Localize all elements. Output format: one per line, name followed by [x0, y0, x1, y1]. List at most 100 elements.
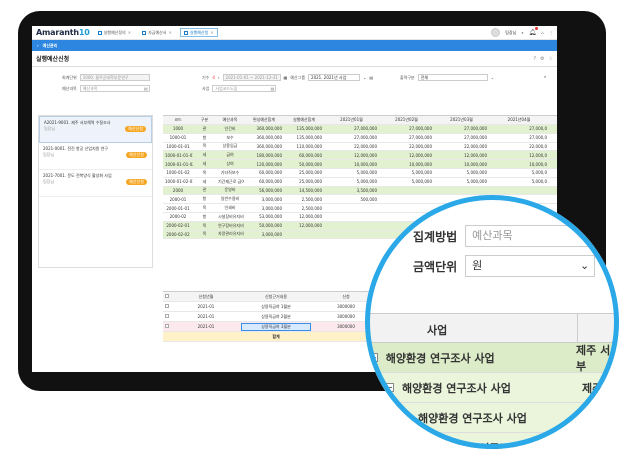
collapse-icon[interactable]: − — [385, 383, 394, 392]
table-row[interactable]: − 해양환경 연구조사 사업 제주 — [365, 373, 619, 403]
table-cell: 56,000,000 — [259, 187, 282, 193]
project-input[interactable]: 사업코드도움 ▤ — [212, 85, 277, 92]
column-header[interactable]: 예산과목 — [216, 117, 244, 123]
close-icon[interactable]: ✕ — [168, 30, 171, 35]
column-header[interactable]: 2021년04월 — [489, 117, 549, 123]
table-cell: 10,000,000 — [409, 161, 432, 167]
avatar[interactable] — [491, 28, 501, 37]
lookup-icon[interactable]: ▤ — [369, 75, 373, 80]
table-row[interactable]: 해양환경 연구조사 — [365, 433, 619, 449]
amount-unit-select[interactable]: 원 ⌄ — [465, 255, 596, 277]
table-cell: 세 — [202, 152, 207, 158]
table-row[interactable]: − 해양환경 연구조사 사업 — [365, 403, 619, 433]
agg-method-label: 집계방법 — [413, 229, 458, 244]
column-header[interactable]: 실행예산합계 — [284, 117, 324, 123]
checkbox[interactable] — [165, 304, 169, 308]
list-item[interactable]: A2021-9001. 제주 서부해역 수질조사 팀장님 예산신청 — [39, 116, 152, 143]
search-icon[interactable]: ⌕ — [544, 74, 546, 79]
table-cell: 12,000,000 — [299, 214, 322, 220]
table-cell: 시설장비유지비 — [218, 213, 244, 219]
table-cell: 60,000,000 — [299, 152, 322, 158]
collapse-icon[interactable]: − — [369, 353, 378, 362]
table-row[interactable]: 1000-01-02-01 세 기간제근로 급여 60,000,000 25,000,0… — [163, 178, 557, 187]
table-cell[interactable]: 상용직급여 1월분 — [241, 304, 311, 310]
more-icon[interactable]: ⋮ — [549, 30, 553, 35]
list-item[interactable]: 2021-7001. 문도 전복양식 활성화 사업 팀장님 예산신청 — [39, 170, 152, 197]
org-chart-icon[interactable]: ⛬ — [541, 30, 544, 35]
chevron-down-icon[interactable]: ⌄ — [580, 256, 589, 276]
module-title: 예산관리 — [42, 42, 58, 48]
table-cell: 2000-02-01 — [166, 223, 190, 229]
lookup-icon[interactable]: ▤ — [271, 86, 275, 92]
amount-unit-row: 금액단위 원 ⌄ — [413, 255, 596, 277]
chevron-down-icon[interactable]: ⌄ — [363, 75, 366, 80]
checkbox[interactable] — [165, 314, 169, 318]
column-header[interactable]: 코드 — [163, 117, 193, 123]
list-item[interactable]: 2021-0001. 전진 항공 산업지원 연구 팀장님 예산신청 — [39, 143, 152, 170]
app-logo[interactable]: Amaranth10 — [36, 28, 90, 37]
table-row[interactable]: 1000-01-02 목 기타직보수 60,000,000 25,000,000 5,00… — [163, 169, 557, 178]
table-cell: 항 — [202, 213, 207, 219]
budget-group-select[interactable]: 2021. 2021년 사업 — [308, 74, 361, 81]
lookup-icon[interactable]: ▤ — [144, 86, 148, 92]
tab-budget-request[interactable]: 실행예산청 ✕ — [179, 28, 218, 37]
company-input[interactable]: 1000. 울주군대학부문연구 — [79, 74, 150, 81]
table-cell: 목 — [202, 169, 207, 175]
table-cell[interactable]: 2021-01 — [171, 324, 241, 329]
table-cell[interactable]: 2021-01 — [171, 314, 241, 319]
table-row[interactable]: 1000-01-01-02 세 상여 120,000,000 50,000,000 10,… — [163, 160, 557, 169]
collapse-icon[interactable]: − — [401, 413, 410, 422]
help-icon[interactable]: ? — [533, 56, 536, 62]
table-cell: 1000-01-02 — [166, 170, 190, 176]
bell-icon[interactable]: 🔔︎ — [529, 27, 539, 36]
column-header[interactable]: 구분 — [193, 117, 216, 123]
agg-method-input[interactable]: 예산과목 — [465, 225, 596, 247]
close-icon[interactable]: ✕ — [128, 30, 131, 35]
close-icon[interactable]: ✕ — [210, 30, 213, 35]
user-name[interactable]: 팀장님 — [505, 30, 516, 36]
table-cell: 보수 — [226, 134, 234, 140]
table-cell: 항 — [202, 134, 207, 140]
table-cell: 27,000,000 — [464, 126, 487, 132]
table-cell: 22,000,000 — [464, 143, 487, 149]
table-row[interactable]: 1000-01-01-01 세 급여 180,000,000 60,000,000 12,… — [163, 151, 557, 161]
page-icon — [97, 30, 102, 35]
table-cell: 상여 — [226, 161, 234, 167]
column-header[interactable]: 2021년03월 — [434, 117, 489, 123]
chevron-right-icon[interactable]: › — [37, 43, 39, 48]
star-icon[interactable]: ☆ — [549, 56, 553, 62]
checkbox[interactable] — [165, 294, 169, 298]
table-row[interactable]: 1000-01 항 보수 360,000,000 135,000,000 27,000,0… — [163, 134, 557, 143]
table-row[interactable]: 1000-01-01 목 상용임금 360,000,000 110,000,000 22,… — [163, 143, 557, 152]
search-icon[interactable]: ⌕ — [521, 30, 523, 35]
company-label: 회계단위 — [62, 74, 77, 80]
period-range[interactable]: 2021-01-01 ~ 2021-12-31 — [222, 74, 281, 81]
table-row[interactable]: 1000 관 인건비 360,000,000 135,000,000 27,000,000… — [163, 125, 557, 134]
subject-input[interactable]: 예산과목 ▤ — [79, 85, 150, 92]
column-header[interactable]: 2021년02월 — [379, 117, 434, 123]
output-select[interactable]: 전체 — [417, 74, 488, 81]
table-cell[interactable]: 2021-01 — [171, 304, 241, 309]
chevron-right-icon[interactable]: › — [218, 75, 220, 80]
table-cell[interactable]: 상용직급여 3월분 — [241, 322, 311, 331]
column-header[interactable]: 2021년01월 — [324, 117, 379, 123]
column-header[interactable]: 편성예산합계 — [244, 117, 284, 123]
table-cell: 2000-02 — [169, 214, 187, 220]
period-label: 기수 — [202, 74, 210, 80]
table-cell: 세 — [202, 178, 207, 184]
chevron-down-icon[interactable]: ⌄ — [491, 75, 494, 80]
settings-icon[interactable]: ⚙ — [540, 56, 544, 62]
table-cell: 5,000,000 — [466, 170, 487, 176]
calendar-icon[interactable]: ▦ — [284, 75, 288, 80]
tab-budget-definition[interactable]: 실행예산정의 ✕ — [95, 28, 134, 37]
checkbox[interactable] — [165, 324, 169, 328]
top-bar: Amaranth10 실행예산정의 ✕ 자금예산서 ✕ 실행예산청 ✕ 팀장님 ⌕ 🔔… — [32, 26, 557, 40]
marketing-screenshot: Amaranth10 실행예산정의 ✕ 자금예산서 ✕ 실행예산청 ✕ 팀장님 ⌕ 🔔… — [0, 0, 625, 474]
table-cell: 14,500,000 — [299, 187, 322, 193]
table-cell: 360,000,000 — [256, 143, 282, 149]
table-cell: 120,000,000 — [256, 161, 282, 167]
table-cell[interactable]: 상용직급여 2월분 — [241, 314, 311, 320]
table-row[interactable]: − 해양환경 연구조사 사업 제주 서부 — [365, 343, 619, 373]
table-cell: 135,000,000 — [296, 135, 322, 141]
tab-fund-budget[interactable]: 자금예산서 ✕ — [139, 28, 175, 37]
